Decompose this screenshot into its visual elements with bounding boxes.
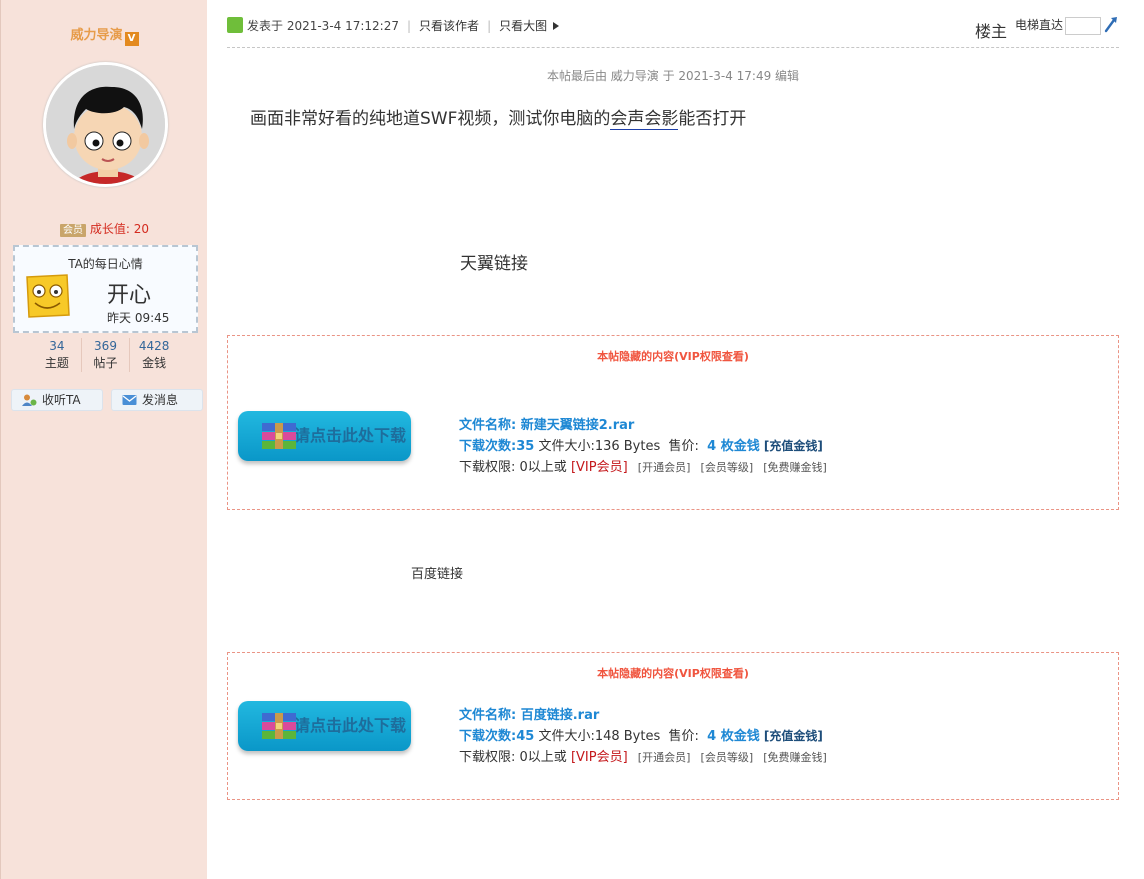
file-size: 文件大小:136 Bytes [538,439,661,454]
online-user-icon [227,17,243,33]
permission-label: 下载权限: 0以上或 [459,460,567,475]
mood-word: 开心 [107,283,152,308]
stat-threads[interactable]: 34 主题 [33,338,81,372]
mood-time: 昨天 09:45 [107,311,170,325]
growth-value: 成长值: 20 [89,222,149,236]
vip-badge[interactable]: 会员 [60,224,87,237]
mood-title: TA的每日心情 [68,257,143,271]
post-date: 发表于 2021-3-4 17:12:27 [247,19,399,33]
download-button[interactable]: 请点击此处下载 [238,701,411,751]
tianyi-link-label: 天翼链接 [460,254,528,274]
follow-button[interactable]: 收听TA [11,389,103,411]
file-info: 文件名称: 新建天翼链接2.rar 下载次数:35 文件大小:136 Bytes… [459,415,827,478]
download-count: 下载次数:35 [459,439,535,454]
send-message-button[interactable]: 发消息 [111,389,203,411]
hidden-content-title: 本帖隐藏的内容(VIP权限查看) [597,667,749,680]
file-info: 文件名称: 百度链接.rar 下载次数:45 文件大小:148 Bytes 售价… [459,705,827,768]
recharge-link[interactable]: [充值金钱] [764,729,823,743]
message-label: 发消息 [142,393,179,407]
user-grade: 会员 成长值: 20 [1,220,208,237]
triangle-right-icon [553,22,560,30]
post-meta: 发表于 2021-3-4 17:12:27 | 只看该作者 | 只看大图 [247,17,560,34]
post-headline: 画面非常好看的纯地道SWF视频，测试你电脑的会声会影能否打开 [250,104,747,130]
price-label: 售价: [668,439,699,454]
vip-member-link[interactable]: [VIP会员] [571,460,628,475]
rar-archive-icon [262,713,296,739]
stat-money[interactable]: 4428 金钱 [129,338,178,372]
download-button-label: 请点击此处下载 [294,716,407,735]
baidu-link-label: 百度链接 [411,567,464,582]
rar-archive-icon [262,423,296,449]
permission-label: 下载权限: 0以上或 [459,750,567,765]
hidden-content-box: 本帖隐藏的内容(VIP权限查看) 请点击此处下载 文件名称: 百度链接.rar … [227,652,1119,800]
go-jump-icon[interactable] [1103,15,1119,33]
hidden-content-title: 本帖隐藏的内容(VIP权限查看) [597,350,749,363]
stat-label: 帖子 [93,356,118,370]
username-row: 威力导演 V [1,24,208,46]
big-image-link[interactable]: 只看大图 [499,19,547,33]
post-info-bar: 发表于 2021-3-4 17:12:27 | 只看该作者 | 只看大图 楼主 电梯直达 [227,14,1119,48]
floor-jump-input[interactable] [1065,16,1101,35]
price-label: 售价: [668,729,699,744]
stat-label: 主题 [44,356,69,370]
headline-text-1: 画面非常好看的纯地道SWF视频，测试你电脑的 [250,109,611,129]
file-name[interactable]: 文件名称: 百度链接.rar [459,708,599,723]
happy-face-icon [26,274,70,318]
envelope-icon [122,395,137,405]
stat-value: 34 [49,339,65,353]
earn-money-link[interactable]: [免费赚金钱] [763,751,827,764]
member-level-link[interactable]: [会员等级] [701,751,754,764]
stat-posts[interactable]: 369 帖子 [80,338,130,372]
floor-jump-label: 电梯直达 [1014,18,1063,32]
stat-label: 金钱 [142,356,167,370]
file-size: 文件大小:148 Bytes [538,729,661,744]
member-level-link[interactable]: [会员等级] [701,461,754,474]
avatar[interactable] [43,62,168,187]
follow-label: 收听TA [42,393,81,407]
file-name[interactable]: 文件名称: 新建天翼链接2.rar [459,418,634,433]
price-value: 4 枚金钱 [707,439,760,454]
last-edit-note: 本帖最后由 威力导演 于 2021-3-4 17:49 编辑 [546,69,800,83]
username-link[interactable]: 威力导演 [70,28,122,43]
divider: | [487,19,492,33]
headline-keyword-link[interactable]: 会声会影 [610,109,679,130]
divider: | [407,19,412,33]
user-stats: 34 主题 369 帖子 4428 金钱 [33,338,178,372]
vip-member-link[interactable]: [VIP会员] [571,750,628,765]
price-value: 4 枚金钱 [707,729,760,744]
earn-money-link[interactable]: [免费赚金钱] [763,461,827,474]
follow-user-icon [22,394,37,406]
recharge-link[interactable]: [充值金钱] [764,439,823,453]
stat-value: 4428 [138,339,170,353]
download-count: 下载次数:45 [459,729,535,744]
daily-mood-card: TA的每日心情 开心 昨天 09:45 [13,245,198,333]
open-membership-link[interactable]: [开通会员] [638,461,691,474]
user-sidebar: 威力导演 V 会员 成长值: 20 TA的每日心情 开心 昨天 09:45 34… [0,0,207,879]
stat-value: 369 [94,339,117,353]
avatar-cartoon-icon [46,65,165,184]
floor-jump: 电梯直达 [1015,16,1101,35]
download-button[interactable]: 请点击此处下载 [238,411,411,461]
verified-icon: V [124,32,139,46]
open-membership-link[interactable]: [开通会员] [638,751,691,764]
headline-text-2: 能否打开 [678,109,747,129]
download-button-label: 请点击此处下载 [294,426,407,445]
floor-label: 楼主 [974,22,1007,41]
only-author-link[interactable]: 只看该作者 [419,19,479,33]
hidden-content-box: 本帖隐藏的内容(VIP权限查看) 请点击此处下载 文件名称: 新建天翼链接2.r… [227,335,1119,510]
